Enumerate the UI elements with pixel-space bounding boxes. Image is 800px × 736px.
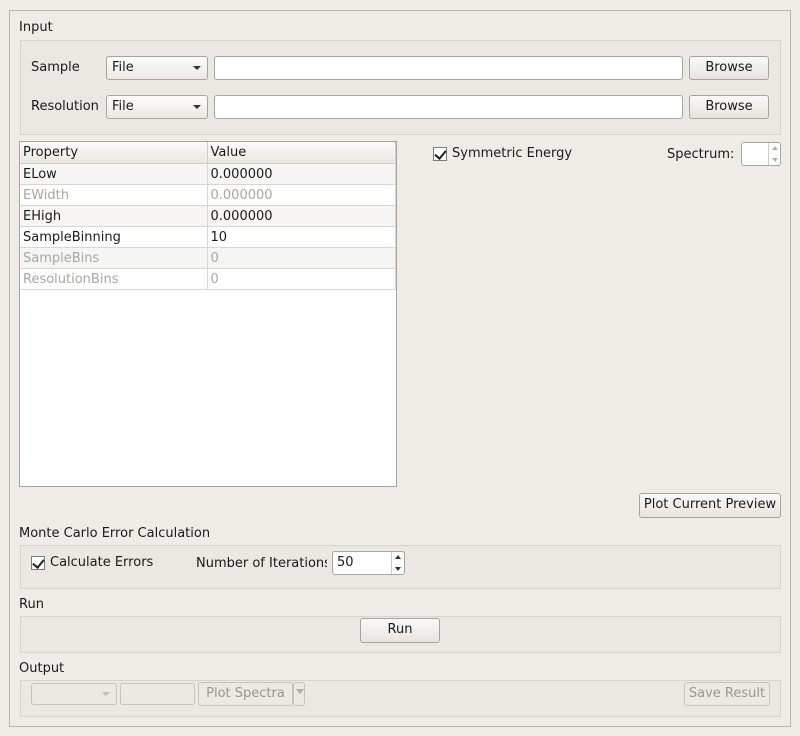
output-workspace-combo[interactable]: [31, 683, 117, 705]
table-row: SampleBins 0: [20, 247, 396, 269]
checkmark-icon: [434, 147, 447, 160]
property-table[interactable]: Property Value ELow 0.000000 EWidth 0.00…: [19, 141, 397, 487]
table-row: ResolutionBins 0: [20, 268, 396, 290]
input-group-title: Input: [19, 20, 53, 35]
property-name: SampleBinning: [20, 226, 208, 248]
sample-label: Sample: [31, 60, 80, 75]
resolution-source-combo[interactable]: File: [106, 95, 208, 119]
property-value[interactable]: 0.000000: [207, 205, 396, 227]
property-name: ELow: [20, 163, 208, 185]
property-name: EHigh: [20, 205, 208, 227]
spin-up-icon[interactable]: [395, 555, 401, 559]
property-value: 0.000000: [207, 184, 396, 206]
table-row[interactable]: ELow 0.000000: [20, 163, 396, 185]
spin-down-icon[interactable]: [395, 567, 401, 571]
spectrum-label: Spectrum:: [667, 147, 735, 162]
property-name: EWidth: [20, 184, 208, 206]
chevron-down-icon: [193, 105, 201, 109]
property-value: 0: [207, 247, 396, 269]
resolution-browse-button[interactable]: Browse: [689, 95, 769, 119]
spectrum-spinbox[interactable]: [741, 142, 781, 166]
run-button[interactable]: Run: [360, 618, 440, 643]
resolution-source-value: File: [112, 99, 134, 114]
table-row[interactable]: EHigh 0.000000: [20, 205, 396, 227]
sample-browse-button[interactable]: Browse: [689, 56, 769, 80]
resolution-label: Resolution: [31, 99, 99, 114]
spin-down-icon[interactable]: [772, 158, 778, 162]
chevron-down-icon: [102, 692, 110, 696]
plot-current-preview-button[interactable]: Plot Current Preview: [639, 493, 781, 518]
sample-path-input[interactable]: [214, 56, 683, 80]
table-row[interactable]: SampleBinning 10: [20, 226, 396, 248]
column-header-value[interactable]: Value: [207, 142, 396, 164]
property-value[interactable]: 10: [207, 226, 396, 248]
input-group: [20, 40, 781, 135]
iterations-spin-buttons[interactable]: [391, 552, 404, 574]
plot-spectra-button[interactable]: Plot Spectra: [198, 682, 293, 706]
property-name: ResolutionBins: [20, 268, 208, 290]
save-result-button[interactable]: Save Result: [684, 682, 770, 706]
resolution-path-input[interactable]: [214, 95, 683, 119]
sample-source-value: File: [112, 60, 134, 75]
output-group-title: Output: [19, 661, 65, 676]
property-name: SampleBins: [20, 247, 208, 269]
spectrum-spin-buttons[interactable]: [768, 143, 780, 165]
property-value[interactable]: 0.000000: [207, 163, 396, 185]
iterations-spinbox[interactable]: 50: [332, 551, 405, 575]
iterations-value: 50: [337, 555, 354, 570]
chevron-down-icon: [193, 66, 201, 70]
run-group-title: Run: [19, 597, 44, 612]
calculate-errors-checkbox[interactable]: [31, 556, 45, 570]
monte-carlo-group-title: Monte Carlo Error Calculation: [19, 526, 211, 541]
chevron-down-icon: [296, 689, 304, 694]
iterations-label: Number of Iterations: [196, 556, 327, 571]
symmetric-energy-checkbox[interactable]: [433, 147, 447, 161]
checkmark-icon: [32, 556, 45, 569]
output-field[interactable]: [120, 683, 195, 705]
sample-source-combo[interactable]: File: [106, 56, 208, 80]
calculate-errors-label[interactable]: Calculate Errors: [50, 555, 153, 571]
plot-spectra-menu-button[interactable]: [293, 682, 305, 706]
symmetric-energy-label[interactable]: Symmetric Energy: [452, 146, 572, 162]
table-row: EWidth 0.000000: [20, 184, 396, 206]
spin-up-icon[interactable]: [772, 146, 778, 150]
column-header-property[interactable]: Property: [20, 142, 208, 164]
property-value: 0: [207, 268, 396, 290]
